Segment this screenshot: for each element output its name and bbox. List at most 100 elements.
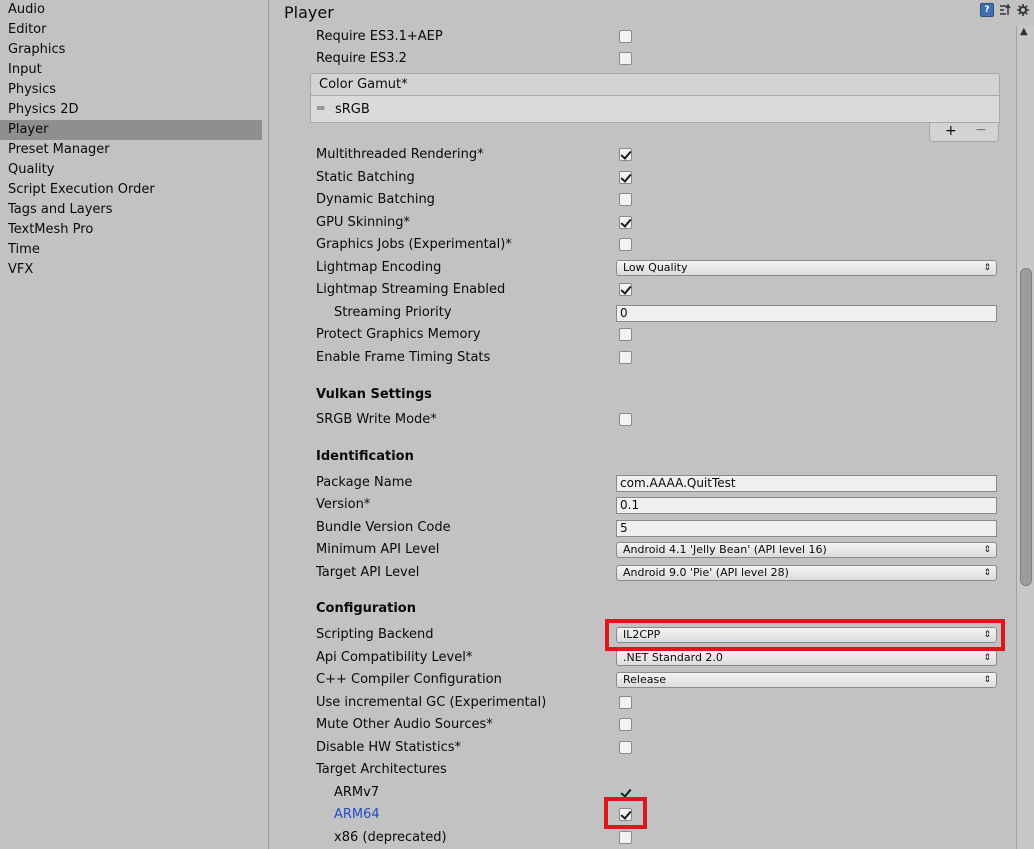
target-architectures-label: Target Architectures (316, 762, 447, 777)
minimum-api-level-dropdown[interactable]: Android 4.1 'Jelly Bean' (API level 16) … (616, 542, 997, 558)
scroll-thumb[interactable] (1020, 268, 1032, 586)
minimum-api-level-label: Minimum API Level (316, 542, 440, 557)
dropdown-arrow-icon: ⇕ (983, 653, 991, 663)
sidebar-item-input[interactable]: Input (0, 60, 262, 80)
sidebar-item-textmesh-pro[interactable]: TextMesh Pro (0, 220, 262, 240)
setting-row: x86 (deprecated) (288, 827, 1016, 849)
api-compatibility-level-dropdown[interactable]: .NET Standard 2.0 ⇕ (616, 650, 997, 666)
cpp-compiler-configuration-label: C++ Compiler Configuration (316, 672, 502, 687)
setting-row: Mute Other Audio Sources* (288, 714, 1016, 736)
sidebar-item-preset-manager[interactable]: Preset Manager (0, 140, 262, 160)
setting-row: Streaming Priority 0 (288, 302, 1016, 324)
gpu-skinning-label: GPU Skinning* (316, 215, 411, 230)
multithreaded-rendering-label: Multithreaded Rendering* (316, 147, 484, 162)
setting-row: C++ Compiler Configuration Release ⇕ (288, 669, 1016, 691)
settings-panel: Require ES3.1+AEP Require ES3.2 Color Ga… (288, 26, 1016, 849)
sidebar-item-quality[interactable]: Quality (0, 160, 262, 180)
sidebar-item-player[interactable]: Player (0, 120, 262, 140)
minimum-api-level-value: Android 4.1 'Jelly Bean' (API level 16) (623, 543, 827, 556)
sidebar-item-audio[interactable]: Audio (0, 0, 262, 20)
sidebar-item-tags-and-layers[interactable]: Tags and Layers (0, 200, 262, 220)
setting-row: Lightmap Streaming Enabled (288, 279, 1016, 301)
require-es32-checkbox[interactable] (619, 52, 632, 65)
setting-row: Dynamic Batching (288, 189, 1016, 211)
preset-icon[interactable] (998, 3, 1012, 17)
setting-row: Lightmap Encoding Low Quality ⇕ (288, 257, 1016, 279)
remove-item-button[interactable]: − (975, 122, 987, 138)
color-gamut-item[interactable]: sRGB (335, 102, 370, 117)
sidebar-item-graphics[interactable]: Graphics (0, 40, 262, 60)
x86-label: x86 (deprecated) (334, 830, 447, 845)
dropdown-arrow-icon: ⇕ (983, 568, 991, 578)
setting-row: Require ES3.1+AEP (288, 26, 1016, 48)
cpp-compiler-configuration-dropdown[interactable]: Release ⇕ (616, 672, 997, 688)
gear-icon[interactable] (1016, 3, 1030, 17)
static-batching-checkbox[interactable] (619, 171, 632, 184)
setting-row: Package Name com.AAAA.QuitTest (288, 472, 1016, 494)
sidebar-item-editor[interactable]: Editor (0, 20, 262, 40)
streaming-priority-label: Streaming Priority (334, 305, 452, 320)
sidebar-item-time[interactable]: Time (0, 240, 262, 260)
setting-row: Graphics Jobs (Experimental)* (288, 234, 1016, 256)
mute-other-audio-label: Mute Other Audio Sources* (316, 717, 493, 732)
dynamic-batching-checkbox[interactable] (619, 193, 632, 206)
setting-row: Disable HW Statistics* (288, 737, 1016, 759)
setting-row: GPU Skinning* (288, 212, 1016, 234)
lightmap-streaming-checkbox[interactable] (619, 283, 632, 296)
gpu-skinning-checkbox[interactable] (619, 216, 632, 229)
dynamic-batching-label: Dynamic Batching (316, 192, 435, 207)
dropdown-arrow-icon: ⇕ (983, 545, 991, 555)
setting-row: ARMv7 (288, 782, 1016, 804)
graphics-jobs-checkbox[interactable] (619, 238, 632, 251)
sidebar-item-physics[interactable]: Physics (0, 80, 262, 100)
inspector-header: Player ? (269, 0, 1034, 26)
scroll-up-arrow-icon[interactable]: ▲ (1020, 26, 1028, 37)
setting-row: Version* 0.1 (288, 494, 1016, 516)
setting-row: Protect Graphics Memory (288, 324, 1016, 346)
disable-hw-statistics-checkbox[interactable] (619, 741, 632, 754)
frame-timing-checkbox[interactable] (619, 351, 632, 364)
static-batching-label: Static Batching (316, 170, 415, 185)
vulkan-settings-heading: Vulkan Settings (316, 387, 432, 402)
setting-row: Multithreaded Rendering* (288, 144, 1016, 166)
setting-row: Minimum API Level Android 4.1 'Jelly Bea… (288, 539, 1016, 561)
srgb-write-mode-checkbox[interactable] (619, 413, 632, 426)
target-api-level-label: Target API Level (316, 565, 420, 580)
protect-graphics-memory-checkbox[interactable] (619, 328, 632, 341)
lightmap-encoding-dropdown[interactable]: Low Quality ⇕ (616, 260, 997, 276)
color-gamut-list-footer: + − (929, 122, 999, 142)
vertical-scrollbar[interactable]: ▲ (1016, 26, 1034, 849)
header-icons: ? (980, 3, 1030, 17)
multithreaded-rendering-checkbox[interactable] (619, 148, 632, 161)
package-name-label: Package Name (316, 475, 413, 490)
mute-other-audio-checkbox[interactable] (619, 718, 632, 731)
setting-row: ARM64 (288, 804, 1016, 826)
color-gamut-label: Color Gamut* (319, 77, 408, 92)
sidebar-item-script-execution-order[interactable]: Script Execution Order (0, 180, 262, 200)
srgb-write-mode-label: SRGB Write Mode* (316, 412, 437, 427)
target-api-level-dropdown[interactable]: Android 9.0 'Pie' (API level 28) ⇕ (616, 565, 997, 581)
setting-row: Enable Frame Timing Stats (288, 347, 1016, 369)
arm64-label: ARM64 (334, 807, 380, 822)
require-es31-aep-checkbox[interactable] (619, 30, 632, 43)
setting-row: Target Architectures (288, 759, 1016, 781)
version-label: Version* (316, 497, 371, 512)
streaming-priority-field[interactable]: 0 (616, 305, 997, 322)
drag-handle-icon[interactable]: ═ (317, 101, 324, 115)
identification-heading: Identification (316, 449, 414, 464)
version-field[interactable]: 0.1 (616, 497, 997, 514)
sidebar-item-vfx[interactable]: VFX (0, 260, 262, 280)
add-item-button[interactable]: + (945, 123, 957, 139)
incremental-gc-checkbox[interactable] (619, 696, 632, 709)
x86-checkbox[interactable] (619, 831, 632, 844)
bundle-version-code-label: Bundle Version Code (316, 520, 451, 535)
target-api-level-value: Android 9.0 'Pie' (API level 28) (623, 566, 789, 579)
sidebar-item-physics-2d[interactable]: Physics 2D (0, 100, 262, 120)
bundle-version-code-field[interactable]: 5 (616, 520, 997, 537)
dropdown-arrow-icon: ⇕ (983, 675, 991, 685)
require-es31-aep-label: Require ES3.1+AEP (316, 29, 443, 44)
package-name-field[interactable]: com.AAAA.QuitTest (616, 475, 997, 492)
help-icon[interactable]: ? (980, 3, 994, 17)
cpp-compiler-configuration-value: Release (623, 673, 666, 686)
lightmap-streaming-label: Lightmap Streaming Enabled (316, 282, 506, 297)
